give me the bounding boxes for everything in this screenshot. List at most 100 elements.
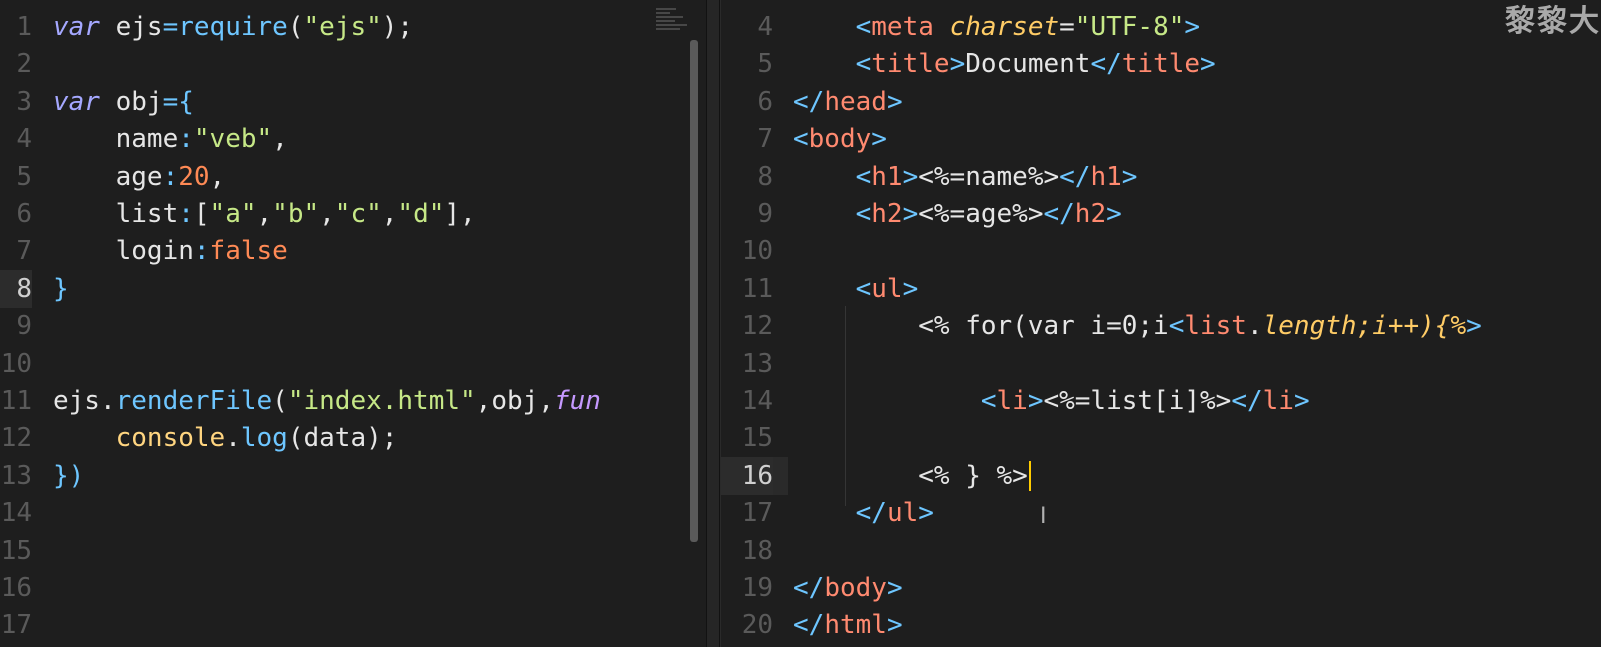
code-line[interactable]: 20 </html>	[721, 606, 1601, 644]
code-line[interactable]: 2	[0, 45, 706, 83]
code-line[interactable]: 15	[0, 532, 706, 570]
code-token: title	[871, 49, 950, 80]
code-line[interactable]: 16 <% } %>	[721, 456, 1601, 495]
code-token: fun	[553, 386, 601, 416]
text-cursor-ibeam-icon: I	[1040, 504, 1047, 529]
code-token: ,	[209, 161, 226, 192]
code-text[interactable]: name:"veb",	[53, 120, 288, 158]
code-text[interactable]: login:false	[53, 232, 288, 270]
code-token: length;i++){%	[1262, 311, 1467, 342]
code-token: ,	[381, 199, 398, 229]
code-token: false	[209, 236, 288, 267]
line-number: 9	[16, 311, 32, 342]
code-text[interactable]: <h1><%=name%></h1>	[793, 158, 1138, 196]
code-token: meta	[871, 12, 934, 42]
code-line[interactable]: 6 </head>	[721, 83, 1601, 121]
code-line[interactable]: 9 <h2><%=age%></h2>	[721, 195, 1601, 233]
line-number: 7	[16, 236, 32, 267]
code-token: >	[1293, 386, 1310, 416]
left-scrollbar[interactable]	[690, 40, 698, 542]
code-token: >	[886, 573, 903, 603]
code-line[interactable]: 4 name:"veb",	[0, 120, 706, 158]
code-line[interactable]: 17 </ul>	[721, 494, 1601, 532]
code-text[interactable]: ejs.renderFile("index.html",obj,fun	[53, 382, 601, 420]
code-line[interactable]: 9	[0, 307, 706, 345]
code-line[interactable]: 5 <title>Document</title>	[721, 45, 1601, 83]
code-line[interactable]: 10	[0, 345, 706, 383]
right-editor-pane[interactable]: 4 <meta charset="UTF-8"> 5 <title>Documen…	[720, 0, 1601, 647]
code-line[interactable]: 16	[0, 569, 706, 607]
code-text[interactable]: <li><%=list[i]%></li>	[793, 382, 1310, 420]
code-line[interactable]: 13})	[0, 457, 706, 495]
code-line[interactable]: 14 <li><%=list[i]%></li>	[721, 382, 1601, 420]
code-token: list	[1184, 311, 1247, 342]
code-line[interactable]: 12 console.log(data);	[0, 419, 706, 457]
code-text[interactable]: <% for(var i=0;i<list.length;i++){%>	[793, 307, 1482, 345]
code-token: ul	[871, 273, 903, 304]
code-token: <	[980, 386, 997, 416]
code-token: >	[1184, 12, 1201, 42]
code-text[interactable]: var obj={	[53, 83, 194, 121]
code-line[interactable]: 11 <ul>	[721, 270, 1601, 308]
code-text[interactable]: <meta charset="UTF-8">	[793, 8, 1200, 46]
code-text[interactable]: </ul>	[793, 494, 934, 532]
line-number: 16	[0, 573, 32, 603]
code-token: li	[996, 386, 1028, 416]
code-line[interactable]: 15	[721, 419, 1601, 457]
code-text[interactable]: </body>	[793, 569, 903, 607]
minimap[interactable]	[656, 8, 690, 36]
code-text[interactable]: </html>	[793, 606, 903, 644]
code-line[interactable]: 12 <% for(var i=0;i<list.length;i++){%>	[721, 307, 1601, 345]
code-text[interactable]: console.log(data);	[53, 419, 398, 457]
code-line[interactable]: 18	[721, 532, 1601, 570]
watermark-text: 黎黎大	[1505, 4, 1601, 39]
code-token: :	[178, 124, 194, 155]
code-text[interactable]: </head>	[793, 83, 903, 121]
code-token: ,obj,	[475, 386, 554, 416]
code-line[interactable]: 10	[721, 232, 1601, 270]
code-token: })	[53, 460, 85, 491]
code-token: <	[855, 49, 872, 80]
line-number: 16	[721, 456, 773, 495]
code-line[interactable]: 5 age:20,	[0, 158, 706, 196]
code-line[interactable]: 13	[721, 345, 1601, 383]
code-line[interactable]: 4 <meta charset="UTF-8">	[721, 8, 1601, 46]
code-token: :	[178, 199, 194, 229]
code-line[interactable]: 7 <body>	[721, 120, 1601, 158]
code-text[interactable]: <ul>	[793, 270, 919, 308]
code-text[interactable]: list:["a","b","c","d"],	[53, 195, 476, 233]
code-line[interactable]: 11 ejs.renderFile("index.html",obj,fun	[0, 382, 706, 420]
code-token: =	[162, 12, 179, 42]
line-number: 15	[0, 535, 32, 566]
code-text[interactable]: <body>	[793, 120, 887, 158]
code-token: list	[53, 199, 179, 229]
code-text[interactable]: age:20,	[53, 158, 226, 196]
left-editor-pane[interactable]: 1 var ejs=require("ejs"); 2 3 var obj={4 nam…	[0, 0, 706, 647]
code-text[interactable]: var ejs=require("ejs");	[53, 8, 413, 46]
code-token: charset	[949, 12, 1060, 42]
code-line[interactable]: 3 var obj={	[0, 83, 706, 121]
code-text[interactable]: <h2><%=age%></h2>	[793, 195, 1122, 233]
code-token: log	[240, 423, 288, 454]
code-text[interactable]: <title>Document</title>	[793, 45, 1216, 83]
code-token: >	[1200, 49, 1216, 80]
code-token: <%=name%>	[918, 161, 1060, 192]
code-text[interactable]: }	[53, 270, 69, 308]
code-text[interactable]: <% } %>	[793, 457, 1031, 495]
code-line[interactable]: 6 list:["a","b","c","d"],	[0, 195, 706, 233]
code-line[interactable]: 14	[0, 494, 706, 532]
code-line[interactable]: 8 <h1><%=name%></h1>	[721, 158, 1601, 196]
code-line[interactable]: 8}	[0, 269, 706, 308]
code-token: .	[1246, 311, 1263, 342]
code-line[interactable]: 17	[0, 606, 706, 644]
code-token: renderFile	[115, 386, 273, 416]
code-text[interactable]: })	[53, 457, 84, 495]
code-line[interactable]: 7 login:false	[0, 232, 706, 270]
code-token: var	[53, 12, 100, 42]
pane-splitter[interactable]	[706, 0, 720, 647]
code-token: <	[855, 199, 872, 229]
line-number: 8	[0, 269, 32, 308]
code-line[interactable]: 19 </body>	[721, 569, 1601, 607]
code-line[interactable]: 1 var ejs=require("ejs");	[0, 8, 706, 46]
